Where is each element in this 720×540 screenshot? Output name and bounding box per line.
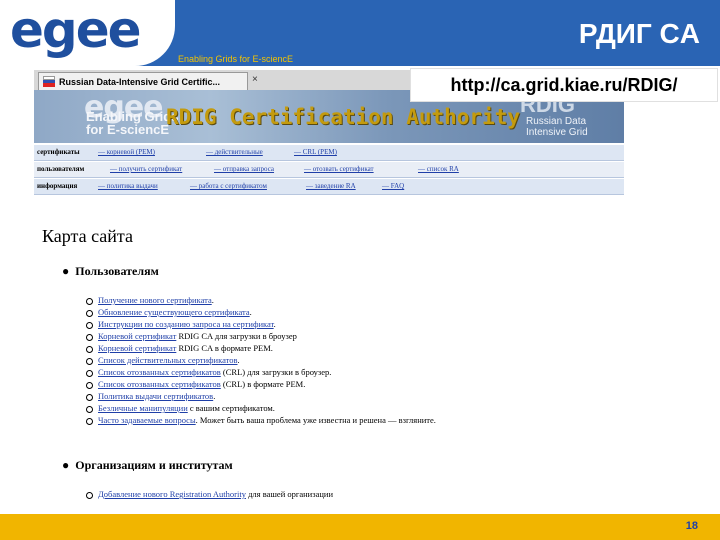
nav-link-get-certificate[interactable]: — получить сертификат xyxy=(110,162,182,177)
website-screenshot: Russian Data-Intensive Grid Certific... … xyxy=(34,66,624,512)
section-heading-organizations: ● Организациям и институтам xyxy=(62,458,233,473)
list-item-link[interactable]: Корневой сертификат xyxy=(98,343,176,353)
banner-rdig-subtitle-line-2: Intensive Grid xyxy=(526,127,588,138)
banner-rdig-subtitle: Russian Data Intensive Grid xyxy=(526,116,588,138)
list-item: Список действительных сертификатов. xyxy=(86,354,240,366)
banner-title: RDIG Certification Authority xyxy=(166,105,521,129)
list-item-link[interactable]: Список отозванных сертификатов xyxy=(98,367,221,377)
list-item-link[interactable]: Инструкции по созданию запроса на сертиф… xyxy=(98,319,274,329)
list-item: Список отозванных сертификатов (CRL) в ф… xyxy=(86,378,305,390)
list-item-text: RDIG CA для загрузки в броузер xyxy=(176,331,297,341)
list-item-text: для вашей организации xyxy=(245,489,334,499)
list-item-text: . Может быть ваша проблема уже известна … xyxy=(195,415,436,425)
sitemap-title: Карта сайта xyxy=(42,226,134,246)
circle-bullet-icon xyxy=(86,381,93,389)
slide-title: РДИГ CA xyxy=(578,18,700,49)
list-item-text: с вашим сертификатом. xyxy=(187,403,275,413)
section-heading-users: ● Пользователям xyxy=(62,264,159,279)
list-item-text: . xyxy=(237,355,240,365)
nav-link-faq[interactable]: — FAQ xyxy=(382,179,404,194)
nav-row-information: информация — политика выдачи — работа с … xyxy=(34,179,624,195)
nav-link-revoke-certificate[interactable]: — отозвать сертификат xyxy=(304,162,374,177)
egee-logo-text: egee xyxy=(10,1,142,59)
list-item: Список отозванных сертификатов (CRL) для… xyxy=(86,366,331,378)
circle-bullet-icon xyxy=(86,369,93,377)
circle-bullet-icon xyxy=(86,357,93,365)
list-item: Политика выдачи сертификатов. xyxy=(86,390,215,402)
nav-label-users: пользователям xyxy=(37,165,85,173)
list-item: Часто задаваемые вопросы. Может быть ваш… xyxy=(86,414,436,426)
list-item-link[interactable]: Получение нового сертификата xyxy=(98,295,212,305)
banner-rdig-subtitle-line-1: Russian Data xyxy=(526,116,587,127)
list-item-link[interactable]: Корневой сертификат xyxy=(98,331,176,341)
page-number: 18 xyxy=(685,520,698,532)
list-item-link[interactable]: Часто задаваемые вопросы xyxy=(98,415,196,425)
bullet-icon: ● xyxy=(62,458,70,472)
nav-link-ra-setup[interactable]: — заведение RA xyxy=(306,179,356,194)
list-item: Инструкции по созданию запроса на сертиф… xyxy=(86,318,276,330)
list-item: Получение нового сертификата. xyxy=(86,294,214,306)
browser-tab-bar: Russian Data-Intensive Grid Certific... … xyxy=(34,70,410,91)
circle-bullet-icon xyxy=(86,345,93,353)
egee-logo: egee xyxy=(0,0,175,66)
banner-tagline-line-2: for E-sciencE xyxy=(86,122,170,137)
list-item-link[interactable]: Список отозванных сертификатов xyxy=(98,379,221,389)
slide-header: egee Enabling Grids for E-sciencE РДИГ C… xyxy=(0,0,720,66)
list-item-text: (CRL) для загрузки в броузер. xyxy=(220,367,332,377)
list-item-text: . xyxy=(213,391,216,401)
nav-link-policy[interactable]: — политика выдачи xyxy=(98,179,158,194)
slide-footer: 18 xyxy=(0,514,720,540)
list-item: Безличные манипуляции с вашим сертификат… xyxy=(86,402,275,414)
circle-bullet-icon xyxy=(86,491,93,499)
nav-link-valid[interactable]: — действительные xyxy=(206,145,263,160)
list-item: Обновление существующего сертификата. xyxy=(86,306,252,318)
browser-tab-title: Russian Data-Intensive Grid Certific... xyxy=(59,77,221,87)
circle-bullet-icon xyxy=(86,405,93,413)
list-item-text: (CRL) в формате PEM. xyxy=(220,379,306,389)
circle-bullet-icon xyxy=(86,321,93,329)
section-heading-organizations-text: Организациям и институтам xyxy=(75,458,233,472)
list-item: Корневой сертификат RDIG CA для загрузки… xyxy=(86,330,297,342)
close-tab-icon[interactable]: × xyxy=(252,74,258,85)
circle-bullet-icon xyxy=(86,297,93,305)
header-tagline: Enabling Grids for E-sciencE xyxy=(178,54,294,64)
nav-label-information: информация xyxy=(37,182,78,190)
list-item-text: . xyxy=(211,295,214,305)
list-item: Добавление нового Registration Authority… xyxy=(86,488,333,500)
url-label: http://ca.grid.kiae.ru/RDIG/ xyxy=(410,68,718,102)
list-item-link[interactable]: Обновление существующего сертификата xyxy=(98,307,250,317)
list-item-link[interactable]: Добавление нового Registration Authority xyxy=(98,489,246,499)
list-item-link[interactable]: Безличные манипуляции xyxy=(98,403,188,413)
circle-bullet-icon xyxy=(86,333,93,341)
nav-link-root-pem[interactable]: — корневой (PEM) xyxy=(98,145,155,160)
list-item-text: RDIG CA в формате PEM. xyxy=(176,343,273,353)
russian-flag-icon xyxy=(43,76,55,87)
circle-bullet-icon xyxy=(86,309,93,317)
circle-bullet-icon xyxy=(86,393,93,401)
list-item-text: . xyxy=(273,319,276,329)
list-item: Корневой сертификат RDIG CA в формате PE… xyxy=(86,342,273,354)
list-item-text: . xyxy=(249,307,252,317)
nav-link-ra-list[interactable]: — список RA xyxy=(418,162,459,177)
nav-link-working-with-certificate[interactable]: — работа с сертификатом xyxy=(190,179,267,194)
banner-tagline: Enabling Grids for E-sciencE xyxy=(86,110,178,136)
nav-row-certificates: сертификаты — корневой (PEM) — действите… xyxy=(34,145,624,161)
bullet-icon: ● xyxy=(62,264,70,278)
browser-tab[interactable]: Russian Data-Intensive Grid Certific... xyxy=(38,72,248,90)
nav-link-send-request[interactable]: — отправка запроса xyxy=(214,162,274,177)
circle-bullet-icon xyxy=(86,417,93,425)
nav-label-certificates: сертификаты xyxy=(37,148,80,156)
list-item-link[interactable]: Политика выдачи сертификатов xyxy=(98,391,213,401)
list-item-link[interactable]: Список действительных сертификатов xyxy=(98,355,238,365)
nav-row-users: пользователям — получить сертификат — от… xyxy=(34,162,624,178)
nav-link-crl-pem[interactable]: — CRL (PEM) xyxy=(294,145,337,160)
section-heading-users-text: Пользователям xyxy=(75,264,159,278)
